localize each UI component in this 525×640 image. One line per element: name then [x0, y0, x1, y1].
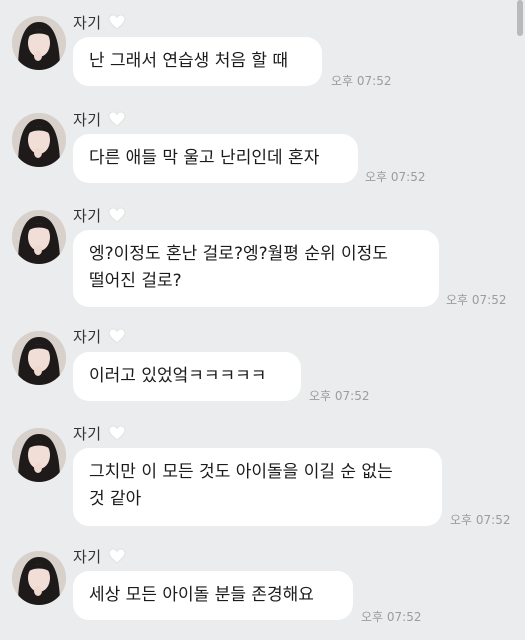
sender-row: 자기: [73, 325, 126, 347]
message-time: 오후 07:52: [361, 610, 422, 624]
sender-row: 자기: [73, 422, 126, 444]
avatar-image: [12, 113, 66, 167]
message-time: 오후 07:52: [309, 389, 370, 403]
avatar-image: [12, 210, 66, 264]
message-row: 자기 그치만 이 모든 것도 아이돌을 이길 순 없는 것 같아 오후 07:5…: [0, 420, 525, 540]
message-bubble[interactable]: 난 그래서 연습생 처음 할 때: [73, 37, 322, 86]
message-row: 자기 엥?이정도 혼난 걸로?엥?월평 순위 이정도 떨어진 걸로? 오후 07…: [0, 202, 525, 322]
sender-name: 자기: [73, 547, 102, 566]
avatar[interactable]: [12, 331, 66, 385]
avatar-image: [12, 428, 66, 482]
avatar-image: [12, 331, 66, 385]
avatar[interactable]: [12, 428, 66, 482]
message-time: 오후 07:52: [331, 74, 392, 88]
sender-name: 자기: [73, 13, 102, 32]
avatar[interactable]: [12, 551, 66, 605]
sender-row: 자기: [73, 204, 126, 226]
white-heart-icon: [108, 548, 126, 564]
white-heart-icon: [108, 425, 126, 441]
avatar[interactable]: [12, 113, 66, 167]
avatar-image: [12, 16, 66, 70]
message-time: 오후 07:52: [446, 293, 507, 307]
avatar[interactable]: [12, 210, 66, 264]
sender-name: 자기: [73, 206, 102, 225]
sender-name: 자기: [73, 327, 102, 346]
message-row: 자기 이러고 있었엌ㅋㅋㅋㅋㅋ 오후 07:52: [0, 323, 525, 413]
message-row: 자기 난 그래서 연습생 처음 할 때 오후 07:52: [0, 8, 525, 108]
white-heart-icon: [108, 111, 126, 127]
message-bubble[interactable]: 이러고 있었엌ㅋㅋㅋㅋㅋ: [73, 352, 301, 401]
sender-name: 자기: [73, 110, 102, 129]
white-heart-icon: [108, 207, 126, 223]
message-bubble[interactable]: 다른 애들 막 울고 난리인데 혼자: [73, 134, 358, 183]
message-time: 오후 07:52: [450, 513, 511, 527]
message-bubble[interactable]: 세상 모든 아이돌 분들 존경해요: [73, 571, 353, 620]
white-heart-icon: [108, 14, 126, 30]
sender-row: 자기: [73, 545, 126, 567]
message-bubble[interactable]: 그치만 이 모든 것도 아이돌을 이길 순 없는 것 같아: [73, 448, 442, 526]
message-time: 오후 07:52: [365, 170, 426, 184]
white-heart-icon: [108, 328, 126, 344]
avatar-image: [12, 551, 66, 605]
message-row: 자기 다른 애들 막 울고 난리인데 혼자 오후 07:52: [0, 108, 525, 198]
message-row: 자기 세상 모든 아이돌 분들 존경해요 오후 07:52: [0, 543, 525, 640]
sender-row: 자기: [73, 11, 126, 33]
message-bubble[interactable]: 엥?이정도 혼난 걸로?엥?월평 순위 이정도 떨어진 걸로?: [73, 230, 439, 307]
avatar[interactable]: [12, 16, 66, 70]
sender-name: 자기: [73, 424, 102, 443]
sender-row: 자기: [73, 108, 126, 130]
